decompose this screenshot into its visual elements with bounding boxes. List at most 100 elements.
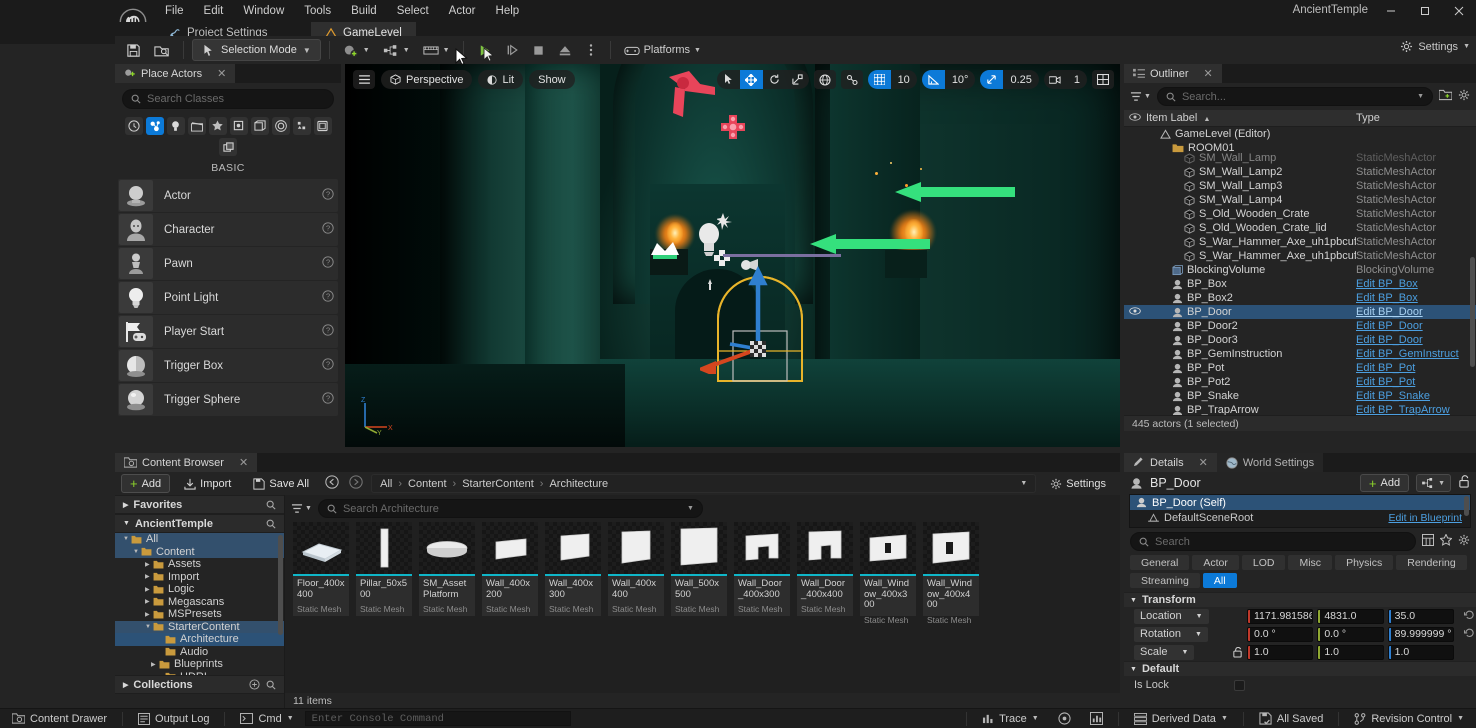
- details-filter-actor[interactable]: Actor: [1192, 555, 1239, 570]
- outliner-search-input[interactable]: Search... ▼: [1156, 87, 1433, 106]
- browse-content-icon[interactable]: [149, 39, 175, 61]
- lights-icon[interactable]: [166, 117, 185, 135]
- asset-tile[interactable]: SM_Asset Platform Static Mesh: [419, 522, 475, 616]
- eject-icon[interactable]: [553, 39, 577, 61]
- angle-snap-icon[interactable]: [921, 70, 945, 89]
- move-tool-icon[interactable]: [739, 70, 763, 89]
- visual-effects-icon[interactable]: [208, 117, 227, 135]
- outliner-row[interactable]: SM_Wall_Lamp StaticMeshActor: [1124, 151, 1476, 165]
- search-icon-proj[interactable]: [266, 519, 276, 529]
- menu-item-file[interactable]: File: [155, 2, 194, 20]
- asset-tile[interactable]: Wall_400x300 Static Mesh: [545, 522, 601, 616]
- folder-tree-item-mspresets[interactable]: ▶ MSPresets: [115, 608, 284, 621]
- outliner-row[interactable]: BP_Pot Edit BP_Pot: [1124, 361, 1476, 375]
- details-section-transform[interactable]: ▼ Transform: [1124, 592, 1476, 607]
- gizmo-handle[interactable]: [720, 114, 746, 140]
- world-coordinate-icon[interactable]: [813, 70, 836, 89]
- stats-button[interactable]: [1082, 710, 1111, 727]
- property-label-wrap[interactable]: Rotation ▼: [1134, 626, 1226, 642]
- breadcrumb-item-content[interactable]: Content: [408, 478, 447, 490]
- details-filter-general[interactable]: General: [1130, 555, 1190, 570]
- unlock-icon[interactable]: [1458, 475, 1470, 491]
- revision-control-button[interactable]: Revision Control ▼: [1346, 710, 1472, 727]
- outliner-row[interactable]: BP_Box Edit BP_Box: [1124, 277, 1476, 291]
- help-icon[interactable]: ?: [318, 358, 338, 373]
- add-actor-icon[interactable]: ▼: [338, 39, 375, 61]
- grid-snap-value[interactable]: 10: [891, 70, 917, 89]
- save-icon[interactable]: [121, 39, 146, 61]
- help-icon[interactable]: ?: [318, 222, 338, 237]
- menu-item-window[interactable]: Window: [233, 2, 294, 20]
- chevron-right-icon-tree[interactable]: ▶: [145, 611, 153, 618]
- asset-tile[interactable]: Floor_400x400 Static Mesh: [293, 522, 349, 616]
- search-icon-coll[interactable]: [266, 680, 276, 690]
- menu-item-edit[interactable]: Edit: [194, 2, 234, 20]
- stop-icon[interactable]: [527, 39, 550, 61]
- lighting-mode-dropdown[interactable]: Lit: [478, 70, 524, 89]
- folder-tree-item-logic[interactable]: ▶ Logic: [115, 583, 284, 596]
- asset-tile[interactable]: Wall_Window_400x400 Static Mesh: [923, 522, 979, 625]
- camera-mode-dropdown[interactable]: Perspective: [381, 70, 473, 89]
- component-row[interactable]: BP_Door (Self): [1130, 495, 1470, 510]
- outliner-row[interactable]: BP_TrapArrow Edit BP_TrapArrow: [1124, 403, 1476, 415]
- asset-tile[interactable]: Wall_Door_400x400 Static Mesh: [797, 522, 853, 616]
- close-icon-details[interactable]: ✕: [1199, 456, 1208, 469]
- rotation-x-input[interactable]: 0.0 °: [1247, 626, 1314, 642]
- details-filter-misc[interactable]: Misc: [1288, 555, 1333, 570]
- location-y-input[interactable]: 4831.0: [1317, 608, 1384, 624]
- outliner-list[interactable]: GameLevel (Editor) ROOM01 SM_Wall_Lamp Stat…: [1124, 127, 1476, 415]
- tab-world-settings[interactable]: World Settings: [1216, 453, 1324, 472]
- place-actor-item-pawn[interactable]: Pawn?: [118, 247, 338, 280]
- chevron-down-icon-tree[interactable]: ▼: [133, 549, 141, 555]
- details-search-input[interactable]: Search: [1130, 532, 1416, 551]
- chevron-right-icon-tree[interactable]: ▶: [145, 598, 153, 605]
- add-component-button[interactable]: + Add: [1359, 474, 1410, 492]
- console-input[interactable]: Enter Console Command: [304, 711, 571, 726]
- asset-search-input[interactable]: Search Architecture ▼: [317, 499, 703, 518]
- is-lock-checkbox[interactable]: [1234, 679, 1245, 691]
- all-saved-button[interactable]: All Saved: [1251, 710, 1331, 727]
- tab-place-actors[interactable]: Place Actors ✕: [115, 64, 236, 83]
- breadcrumb-item-startercontent[interactable]: StarterContent: [462, 478, 534, 490]
- help-icon[interactable]: ?: [318, 256, 338, 271]
- show-flags-dropdown[interactable]: Show: [529, 70, 575, 89]
- maximize-button[interactable]: [1408, 0, 1442, 22]
- outliner-row[interactable]: BP_GemInstruction Edit BP_GemInstruct: [1124, 347, 1476, 361]
- outliner-row[interactable]: BP_Pot2 Edit BP_Pot: [1124, 375, 1476, 389]
- outliner-edit-link[interactable]: Edit BP_Door: [1356, 306, 1476, 318]
- derived-data-button[interactable]: Derived Data ▼: [1126, 710, 1236, 727]
- cmd-dropdown[interactable]: Cmd ▼: [232, 710, 301, 727]
- revert-icon[interactable]: [1462, 628, 1476, 641]
- outliner-edit-link[interactable]: Edit BP_Snake: [1356, 390, 1476, 402]
- help-icon[interactable]: ?: [318, 324, 338, 339]
- scale-snap-value[interactable]: 0.25: [1003, 70, 1038, 89]
- basic-icon[interactable]: [145, 117, 164, 135]
- property-label-wrap[interactable]: Scale ▼: [1134, 644, 1226, 660]
- close-icon[interactable]: ✕: [217, 67, 226, 80]
- new-folder-icon[interactable]: [1438, 89, 1453, 104]
- asset-tile[interactable]: Wall_500x500 Static Mesh: [671, 522, 727, 616]
- asset-filter-button[interactable]: ▼: [291, 503, 312, 514]
- component-row[interactable]: DefaultSceneRoot Edit in Blueprint: [1130, 510, 1470, 525]
- back-icon[interactable]: [323, 475, 341, 492]
- rotate-tool-icon[interactable]: [763, 70, 786, 89]
- outliner-settings-icon[interactable]: [1458, 89, 1470, 104]
- outliner-edit-link[interactable]: Edit BP_TrapArrow: [1356, 404, 1476, 415]
- outliner-edit-link[interactable]: Edit BP_Box: [1356, 278, 1476, 290]
- profiler-button[interactable]: [1050, 710, 1079, 727]
- chevron-down-icon-crumb[interactable]: ▼: [1020, 480, 1027, 487]
- details-filter-rendering[interactable]: Rendering: [1396, 555, 1467, 570]
- outliner-row[interactable]: S_Old_Wooden_Crate_lid StaticMeshActor: [1124, 221, 1476, 235]
- camera-speed-value[interactable]: 1: [1067, 70, 1087, 89]
- collections-section[interactable]: ▶ Collections: [115, 675, 284, 694]
- cb-save-all-button[interactable]: Save All: [245, 474, 317, 493]
- cinematics-icon[interactable]: ▼: [418, 39, 455, 61]
- location-x-input[interactable]: 1171.981586: [1247, 608, 1314, 624]
- menu-item-help[interactable]: Help: [486, 2, 530, 20]
- search-classes-input[interactable]: Search Classes: [122, 89, 334, 109]
- breadcrumb[interactable]: All › Content › StarterContent › Architecture ▼: [371, 474, 1037, 493]
- outliner-edit-link[interactable]: Edit BP_Pot: [1356, 376, 1476, 388]
- menu-item-actor[interactable]: Actor: [439, 2, 486, 20]
- chevron-down-icon-tree[interactable]: ▼: [145, 624, 153, 630]
- type-column-header[interactable]: Type: [1356, 112, 1476, 124]
